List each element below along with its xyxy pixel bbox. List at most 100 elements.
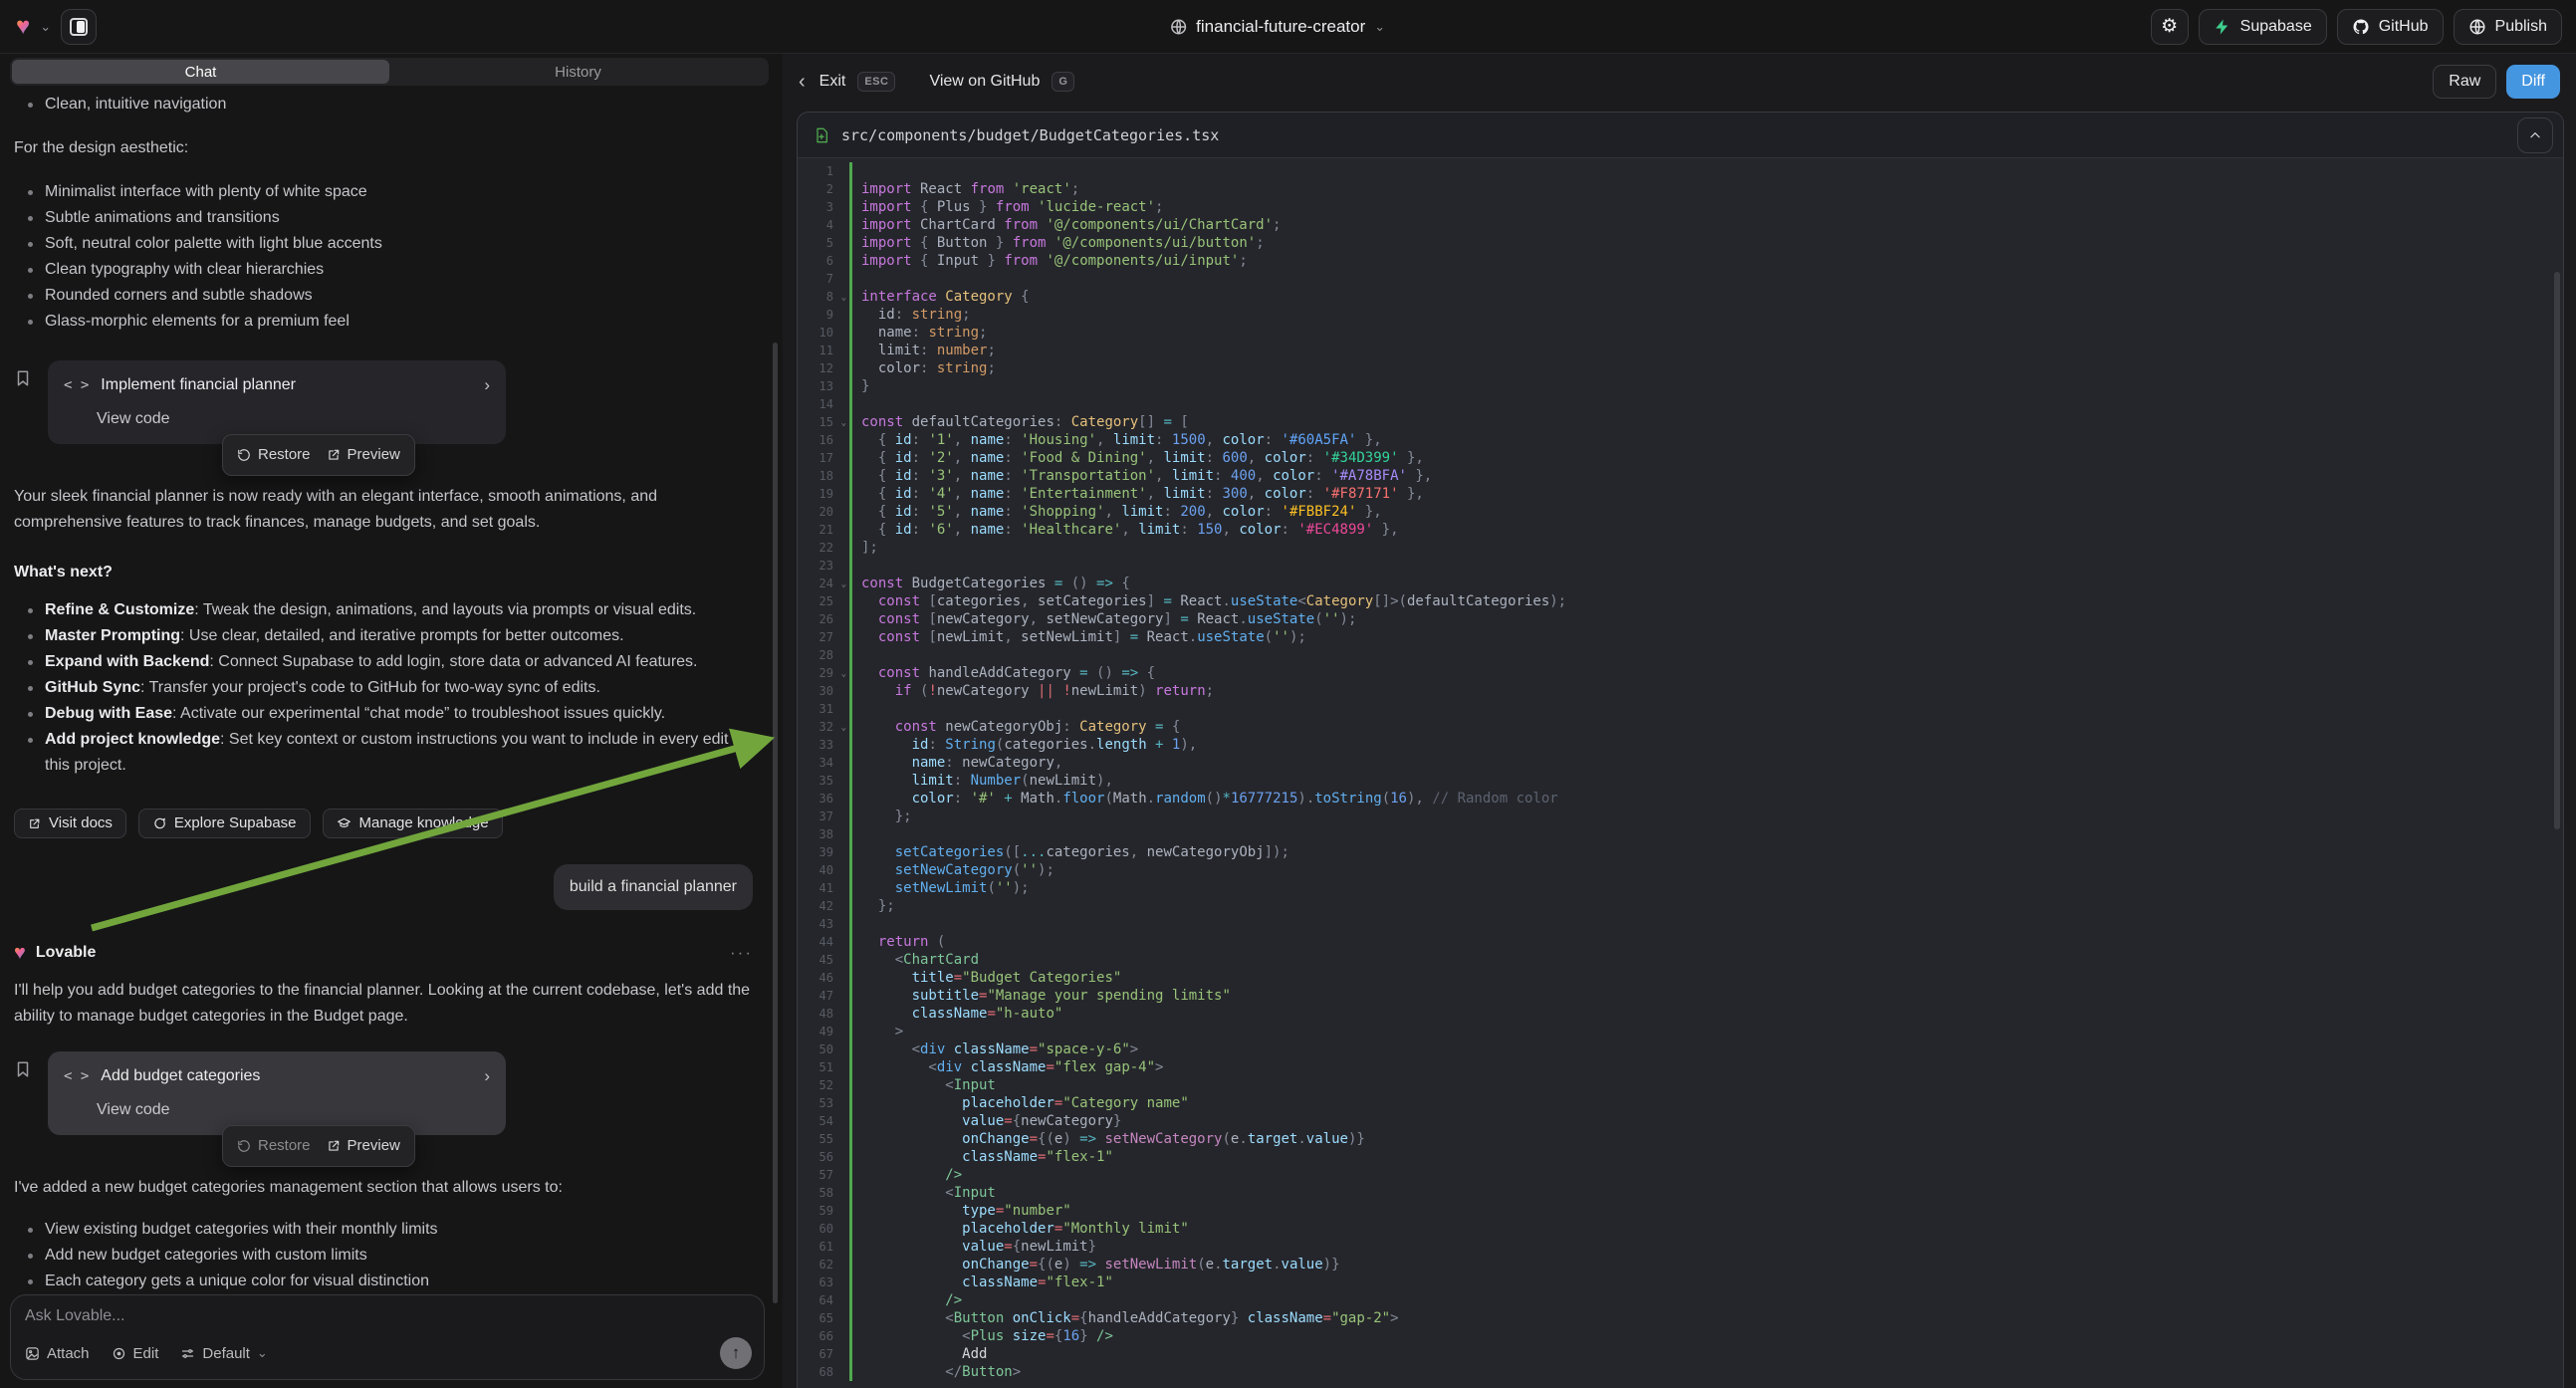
raw-toggle-button[interactable]: Raw	[2433, 65, 2496, 99]
bookmark-icon[interactable]	[14, 368, 32, 388]
code-icon: < >	[64, 372, 89, 398]
message-menu-button[interactable]: ···	[730, 940, 753, 966]
code-scrollbar[interactable]	[2554, 272, 2560, 829]
code-line: 13}	[798, 377, 2563, 395]
bookmark-icon[interactable]	[14, 1059, 32, 1079]
project-switcher[interactable]: financial-future-creator ⌄	[1169, 17, 1385, 37]
code-line: 39 setCategories([...categories, newCate…	[798, 843, 2563, 861]
file-header[interactable]: src/components/budget/BudgetCategories.t…	[798, 113, 2563, 158]
top-bar: ♥ ⌄ financial-future-creator ⌄ ⚙ Supabas…	[0, 0, 2576, 54]
fold-chevron-icon[interactable]: ⌄	[841, 414, 846, 432]
mode-select[interactable]: Default ⌄	[180, 1345, 267, 1362]
code-line: 19 { id: '4', name: 'Entertainment', lim…	[798, 485, 2563, 503]
fold-chevron-icon[interactable]: ⌄	[841, 576, 846, 593]
code-line: 61 value={newLimit}	[798, 1238, 2563, 1256]
external-link-icon	[327, 1139, 341, 1153]
code-line: 18 { id: '3', name: 'Transportation', li…	[798, 467, 2563, 485]
code-line: 54 value={newCategory}	[798, 1112, 2563, 1130]
chevron-down-icon[interactable]: ⌄	[40, 19, 51, 35]
preview-button[interactable]: Preview	[327, 442, 400, 468]
code-line: 38	[798, 825, 2563, 843]
assistant-paragraph: I'll help you add budget categories to t…	[14, 978, 753, 1030]
code-line: 66 <Plus size={16} />	[798, 1327, 2563, 1345]
list-item: Master Prompting: Use clear, detailed, a…	[14, 623, 753, 649]
code-line: 37 };	[798, 808, 2563, 825]
user-message[interactable]: build a financial planner	[554, 864, 753, 910]
assistant-paragraph: I've added a new budget categories manag…	[14, 1175, 753, 1201]
code-line: 29⌄ const handleAddCategory = () => {	[798, 664, 2563, 682]
exit-button[interactable]: Exit	[820, 73, 846, 91]
manage-knowledge-button[interactable]: Manage knowledge	[323, 809, 503, 838]
version-card-group: < > Add budget categories › View code Re…	[14, 1051, 753, 1135]
github-button[interactable]: GitHub	[2337, 9, 2444, 45]
code-line: 25 const [categories, setCategories] = R…	[798, 592, 2563, 610]
preview-button[interactable]: Preview	[327, 1133, 400, 1159]
code-line: 22];	[798, 539, 2563, 557]
collapse-file-button[interactable]	[2517, 117, 2553, 153]
code-line: 16 { id: '1', name: 'Housing', limit: 15…	[798, 431, 2563, 449]
lovable-logo-icon[interactable]: ♥	[16, 15, 30, 39]
chat-message-list[interactable]: Clean, intuitive navigation For the desi…	[0, 90, 767, 1292]
code-view-header: ‹ Exit ESC View on GitHub G Raw Diff	[783, 54, 2576, 110]
project-name: financial-future-creator	[1196, 17, 1365, 37]
view-on-github-button[interactable]: View on GitHub	[929, 73, 1040, 91]
code-line: 7	[798, 270, 2563, 288]
list-item: Subtle animations and transitions	[14, 205, 753, 231]
code-line: 17 { id: '2', name: 'Food & Dining', lim…	[798, 449, 2563, 467]
file-path: src/components/budget/BudgetCategories.t…	[841, 126, 1219, 144]
edit-button[interactable]: Edit	[112, 1345, 159, 1362]
code-line: 46 title="Budget Categories"	[798, 969, 2563, 987]
attach-button[interactable]: Attach	[25, 1345, 90, 1362]
list-item: Debug with Ease: Activate our experiment…	[14, 701, 753, 727]
publish-button[interactable]: Publish	[2454, 9, 2562, 45]
code-line: 20 { id: '5', name: 'Shopping', limit: 2…	[798, 503, 2563, 521]
chat-bubble-icon	[152, 816, 166, 830]
chat-input[interactable]	[25, 1307, 750, 1325]
fold-chevron-icon[interactable]: ⌄	[841, 719, 846, 737]
back-chevron-icon[interactable]: ‹	[799, 71, 806, 94]
lovable-heart-icon: ♥	[14, 941, 26, 965]
code-line: 45 <ChartCard	[798, 951, 2563, 969]
assistant-header: ♥ Lovable ···	[14, 940, 753, 966]
restore-icon	[237, 448, 251, 462]
code-line: 40 setNewCategory('');	[798, 861, 2563, 879]
sliders-icon	[180, 1346, 195, 1361]
toggle-sidebar-button[interactable]	[61, 9, 97, 45]
code-line: 35 limit: Number(newLimit),	[798, 772, 2563, 790]
version-card-implement-financial-planner[interactable]: < > Implement financial planner › View c…	[48, 360, 506, 444]
list-item: Each category gets a unique color for vi…	[14, 1269, 753, 1292]
settings-button[interactable]: ⚙	[2151, 9, 2189, 45]
code-line: 6import { Input } from '@/components/ui/…	[798, 252, 2563, 270]
assistant-name: Lovable	[36, 940, 96, 966]
diff-toggle-button[interactable]: Diff	[2506, 65, 2560, 99]
code-line: 24⌄const BudgetCategories = () => {	[798, 575, 2563, 592]
code-line: 4import ChartCard from '@/components/ui/…	[798, 216, 2563, 234]
assistant-paragraph: Your sleek financial planner is now read…	[14, 484, 751, 536]
send-button[interactable]: ↑	[720, 1337, 752, 1369]
view-code-link[interactable]: View code	[97, 1097, 490, 1123]
restore-button[interactable]: Restore	[237, 442, 311, 468]
user-message-row: build a financial planner	[14, 864, 753, 910]
chat-scrollbar[interactable]	[773, 343, 778, 1303]
chevron-right-icon[interactable]: ›	[484, 372, 490, 398]
restore-button[interactable]: Restore	[237, 1133, 311, 1159]
tab-history[interactable]: History	[389, 60, 767, 84]
explore-supabase-button[interactable]: Explore Supabase	[138, 809, 311, 838]
code-lines[interactable]: 12import React from 'react';3import { Pl…	[798, 158, 2563, 1388]
visit-docs-button[interactable]: Visit docs	[14, 809, 126, 838]
supabase-button[interactable]: Supabase	[2199, 9, 2327, 45]
chevron-right-icon[interactable]: ›	[484, 1063, 490, 1089]
tab-chat[interactable]: Chat	[12, 60, 389, 84]
code-line: 34 name: newCategory,	[798, 754, 2563, 772]
view-code-link[interactable]: View code	[97, 406, 490, 432]
version-card-add-budget-categories[interactable]: < > Add budget categories › View code Re…	[48, 1051, 506, 1135]
list-item: Add project knowledge: Set key context o…	[14, 727, 753, 779]
fold-chevron-icon[interactable]: ⌄	[841, 289, 846, 307]
code-line: 57 />	[798, 1166, 2563, 1184]
code-line: 33 id: String(categories.length + 1),	[798, 736, 2563, 754]
code-line: 43	[798, 915, 2563, 933]
code-line: 26 const [newCategory, setNewCategory] =…	[798, 610, 2563, 628]
code-line: 30 if (!newCategory || !newLimit) return…	[798, 682, 2563, 700]
fold-chevron-icon[interactable]: ⌄	[841, 665, 846, 683]
chevron-up-icon	[2528, 128, 2542, 142]
